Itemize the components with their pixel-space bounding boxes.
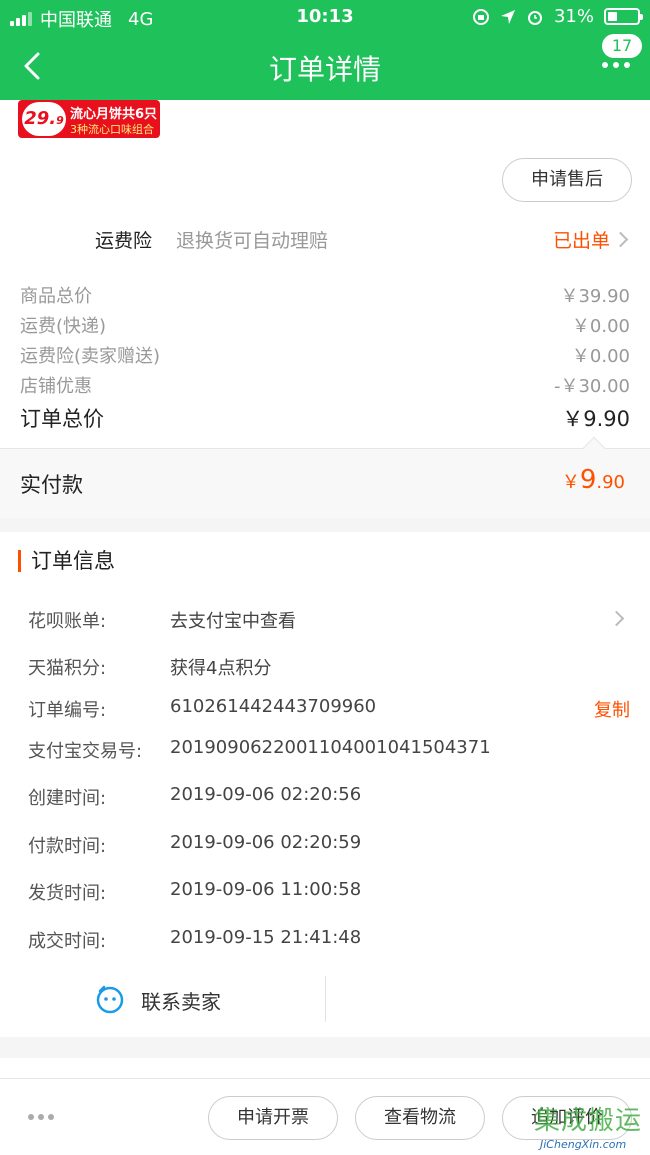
actual-payment-row: 实付款 ￥9.90 <box>0 436 650 518</box>
info-key: 订单编号: <box>28 700 107 721</box>
watermark-en: JiChengXin.com <box>540 1138 627 1151</box>
order-total-label: 订单总价 <box>20 407 104 431</box>
info-key: 天猫积分: <box>28 658 107 679</box>
info-row-points: 天猫积分: 获得4点积分 <box>0 650 650 680</box>
chevron-right-icon <box>608 610 625 627</box>
info-value: 2019-09-06 11:00:58 <box>170 879 362 900</box>
status-bar: 中国联通 4G 10:13 31% <box>0 0 650 34</box>
price-label: 店铺优惠 <box>20 376 92 397</box>
info-row-huabei[interactable]: 花呗账单: 去支付宝中查看 <box>0 603 650 633</box>
promo-line-2: 3种流心口味组合 <box>70 123 154 136</box>
shipping-insurance-row[interactable]: 运费险 退换货可自动理赔 已出单 <box>0 222 650 258</box>
info-key: 花呗账单: <box>28 611 107 632</box>
info-row-shipped-time: 发货时间: 2019-09-06 11:00:58 <box>0 875 650 905</box>
info-row-order-number: 订单编号: 610261442443709960 复制 <box>0 692 650 722</box>
promo-line-1: 流心月饼共6只 <box>70 107 158 122</box>
info-value: 2019090622001104001041504371 <box>170 737 491 758</box>
watermark-cn: 集成搬运 <box>534 1106 643 1136</box>
price-row-shipping: 运费(快递) ￥0.00 <box>20 312 630 338</box>
rotation-lock-icon <box>472 8 489 25</box>
info-value: 2019-09-06 02:20:56 <box>170 784 362 805</box>
divider <box>325 976 326 1022</box>
info-value: 2019-09-15 21:41:48 <box>170 927 362 948</box>
view-logistics-button[interactable]: 查看物流 <box>355 1096 485 1140</box>
info-row-completed-time: 成交时间: 2019-09-15 21:41:48 <box>0 923 650 953</box>
info-value: 610261442443709960 <box>170 696 377 717</box>
message-count-badge[interactable]: 17 <box>602 34 642 58</box>
info-row-created: 创建时间: 2019-09-06 02:20:56 <box>0 780 650 810</box>
more-menu-icon[interactable] <box>602 62 630 68</box>
insurance-desc: 退换货可自动理赔 <box>176 230 329 252</box>
product-promo-banner[interactable]: 29.9 流心月饼共6只 3种流心口味组合 <box>18 100 160 138</box>
contact-seller-button[interactable]: 联系卖家 <box>0 976 325 1022</box>
copy-order-number-button[interactable]: 复制 <box>594 696 630 722</box>
info-row-paid-time: 付款时间: 2019-09-06 02:20:59 <box>0 828 650 858</box>
info-value: 去支付宝中查看 <box>170 611 296 632</box>
price-label: 商品总价 <box>20 286 92 307</box>
site-watermark: 集成搬运 JiChengXin.com <box>534 1100 644 1152</box>
order-info-title: 订单信息 <box>18 550 115 572</box>
price-label: 运费(快递) <box>20 316 107 337</box>
alarm-icon <box>527 10 542 25</box>
apply-after-sale-button[interactable]: 申请售后 <box>502 158 632 202</box>
price-value: -￥30.00 <box>553 376 630 397</box>
apply-invoice-button[interactable]: 申请开票 <box>208 1096 338 1140</box>
info-key: 成交时间: <box>28 931 107 952</box>
chevron-right-icon <box>612 231 629 248</box>
chat-bubble-icon <box>96 985 124 1014</box>
price-row-goods: 商品总价 ￥39.90 <box>20 282 630 308</box>
promo-price: 29.9 <box>22 102 66 136</box>
info-row-alipay-trade: 支付宝交易号: 2019090622001104001041504371 <box>0 733 650 763</box>
price-value: ￥0.00 <box>571 316 630 337</box>
price-value: ￥39.90 <box>560 286 630 307</box>
order-total-value: ￥9.90 <box>562 407 630 431</box>
info-value: 获得4点积分 <box>170 658 272 679</box>
battery-percent: 31% <box>553 6 594 27</box>
price-row-discount: 店铺优惠 -￥30.00 <box>20 372 630 398</box>
order-total-row: 订单总价 ￥9.90 <box>20 403 630 433</box>
info-key: 付款时间: <box>28 836 107 857</box>
page-title: 订单详情 <box>268 53 381 86</box>
info-key: 发货时间: <box>28 883 107 904</box>
more-actions-icon[interactable] <box>28 1114 54 1120</box>
contact-seller-label: 联系卖家 <box>141 990 221 1014</box>
actual-payment-amount: ￥9.90 <box>561 465 625 495</box>
actual-payment-label: 实付款 <box>20 473 83 497</box>
info-key: 支付宝交易号: <box>28 741 143 762</box>
insurance-status: 已出单 <box>552 230 610 252</box>
price-value: ￥0.00 <box>571 346 630 367</box>
battery-icon <box>604 8 643 25</box>
location-arrow-icon <box>500 9 515 24</box>
insurance-name: 运费险 <box>95 230 153 252</box>
nav-bar: 订单详情 17 <box>0 34 650 100</box>
price-label: 运费险(卖家赠送) <box>20 346 161 367</box>
info-value: 2019-09-06 02:20:59 <box>170 832 362 853</box>
info-key: 创建时间: <box>28 788 107 809</box>
price-row-insurance: 运费险(卖家赠送) ￥0.00 <box>20 342 630 368</box>
